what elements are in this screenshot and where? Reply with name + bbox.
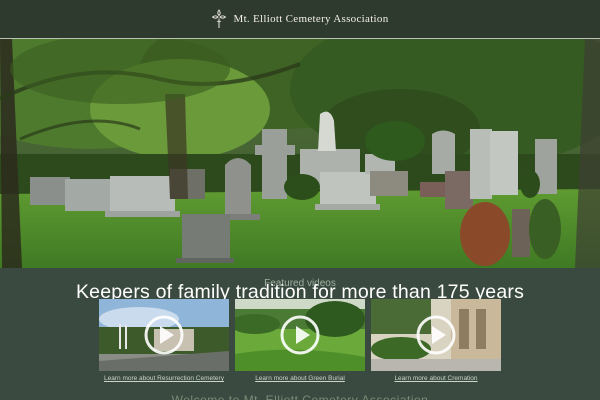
video-thumbnail-cremation[interactable] bbox=[371, 299, 501, 371]
video-thumbnail-green-burial[interactable] bbox=[235, 299, 365, 371]
video-links: Learn more about Resurrection Cemetery L… bbox=[99, 375, 501, 387]
link-green-burial[interactable]: Learn more about Green Burial bbox=[230, 375, 370, 382]
site-header: Mt. Elliott Cemetery Association bbox=[0, 0, 600, 39]
play-icon[interactable] bbox=[416, 315, 456, 355]
hero-image bbox=[0, 39, 600, 268]
brand-name: Mt. Elliott Cemetery Association bbox=[233, 13, 389, 25]
video-thumbnail-resurrection[interactable] bbox=[99, 299, 229, 371]
play-icon[interactable] bbox=[144, 315, 184, 355]
link-resurrection-cemetery[interactable]: Learn more about Resurrection Cemetery bbox=[94, 375, 234, 382]
video-list bbox=[99, 299, 501, 371]
welcome-heading: Welcome to Mt. Elliott Cemetery Associat… bbox=[171, 393, 429, 400]
play-icon[interactable] bbox=[280, 315, 320, 355]
brand-link[interactable]: Mt. Elliott Cemetery Association bbox=[211, 9, 388, 29]
cross-flower-icon bbox=[212, 9, 227, 28]
link-cremation[interactable]: Learn more about Cremation bbox=[366, 375, 506, 382]
